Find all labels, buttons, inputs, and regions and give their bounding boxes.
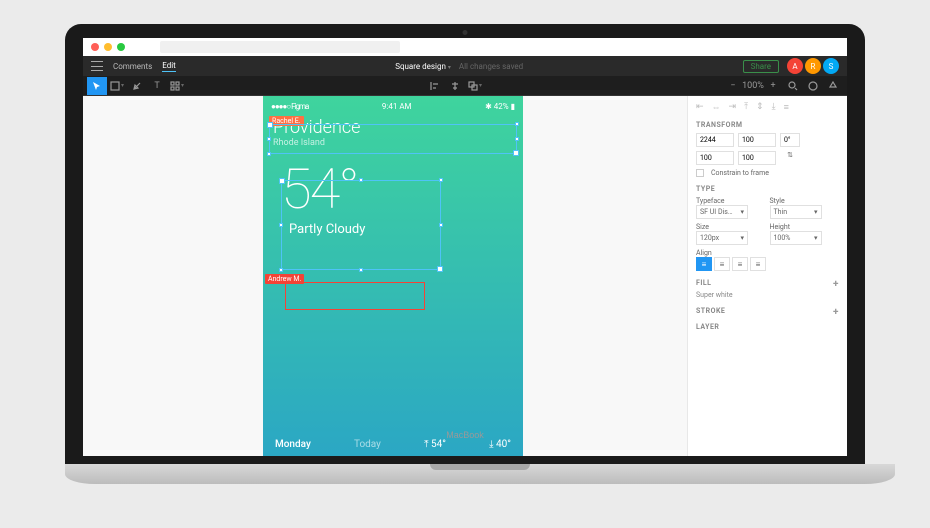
- text-align-justify[interactable]: ≡: [750, 257, 766, 271]
- address-bar[interactable]: [160, 41, 400, 53]
- link-dims-icon[interactable]: ⇅: [780, 151, 800, 165]
- section-fill: FILL+: [696, 279, 839, 287]
- clock: 9:41 AM: [382, 102, 412, 111]
- text-align-left[interactable]: ≡: [696, 257, 712, 271]
- section-stroke: STROKE+: [696, 307, 839, 315]
- text-align-center[interactable]: ≡: [714, 257, 730, 271]
- properties-panel: ⇤ ⇔ ⇥ ⤒ ⇕ ⤓ ≡ TRANSFORM: [687, 96, 847, 456]
- typeface-select[interactable]: SF UI Dis…▾: [696, 205, 748, 219]
- section-transform: TRANSFORM: [696, 121, 839, 129]
- align-vcenter-icon[interactable]: ⇕: [756, 102, 764, 113]
- tab-edit[interactable]: Edit: [162, 61, 176, 72]
- laptop-base: [65, 464, 895, 484]
- style-select[interactable]: Thin▾: [770, 205, 822, 219]
- align-left-icon[interactable]: [425, 77, 445, 95]
- window-chrome: [83, 38, 847, 56]
- share-button[interactable]: Share: [743, 60, 779, 73]
- artboard-weather[interactable]: ●●●●○ Figma 9:41 AM ✱ 42% ▮ Rachel E.: [263, 96, 523, 456]
- avatar[interactable]: R: [805, 58, 821, 74]
- pen-tool[interactable]: [127, 77, 147, 95]
- tab-comments[interactable]: Comments: [113, 62, 152, 71]
- help-icon[interactable]: [803, 77, 823, 95]
- zoom-in-icon[interactable]: +: [763, 77, 783, 95]
- search-icon[interactable]: [783, 77, 803, 95]
- size-select[interactable]: 120px▾: [696, 231, 748, 245]
- laptop-brand: MacBook: [446, 430, 484, 440]
- present-icon[interactable]: [823, 77, 843, 95]
- file-title[interactable]: Square design: [395, 62, 446, 71]
- today-label: Today: [354, 439, 381, 450]
- save-status: All changes saved: [459, 62, 523, 71]
- distribute-icon[interactable]: ≡: [784, 102, 789, 113]
- y-input[interactable]: [738, 133, 776, 147]
- x-input[interactable]: [696, 133, 734, 147]
- w-input[interactable]: [696, 151, 734, 165]
- forecast-row: Monday Today ⤒ 54° ⤓ 40°: [263, 439, 523, 450]
- rotation-input[interactable]: [780, 133, 800, 147]
- carrier: ●●●●○ Figma: [271, 102, 308, 111]
- boolean-tool[interactable]: ▾: [465, 77, 485, 95]
- canvas[interactable]: ●●●●○ Figma 9:41 AM ✱ 42% ▮ Rachel E.: [83, 96, 687, 456]
- add-stroke-button[interactable]: +: [833, 307, 839, 318]
- zoom-value[interactable]: 100%: [743, 77, 763, 95]
- avatar[interactable]: A: [787, 58, 803, 74]
- grid-tool[interactable]: ▾: [167, 77, 187, 95]
- status-bar: ●●●●○ Figma 9:41 AM ✱ 42% ▮: [263, 96, 523, 113]
- section-type: TYPE: [696, 185, 839, 193]
- frame-tool[interactable]: ▾: [107, 77, 127, 95]
- minimize-icon[interactable]: [104, 43, 112, 51]
- temp-hi: ⤒ 54°: [424, 439, 446, 450]
- battery: ✱ 42% ▮: [485, 102, 515, 111]
- align-hcenter-icon[interactable]: ⇔: [712, 102, 721, 113]
- temp-lo: ⤓ 40°: [489, 439, 511, 450]
- align-left-icon[interactable]: ⇤: [696, 102, 704, 113]
- menu-icon[interactable]: [91, 61, 103, 71]
- camera-dot: [463, 30, 468, 35]
- maximize-icon[interactable]: [117, 43, 125, 51]
- text-tool[interactable]: T: [147, 77, 167, 95]
- constrain-checkbox[interactable]: [696, 169, 704, 177]
- align-center-icon[interactable]: [445, 77, 465, 95]
- day-label: Monday: [275, 439, 311, 450]
- move-tool[interactable]: [87, 77, 107, 95]
- align-bottom-icon[interactable]: ⤓: [772, 102, 776, 113]
- toolbar: ▾ T ▾ ▾ − 100% +: [83, 76, 847, 96]
- text-align-right[interactable]: ≡: [732, 257, 748, 271]
- align-right-icon[interactable]: ⇥: [729, 102, 737, 113]
- align-top-icon[interactable]: ⤒: [744, 102, 748, 113]
- section-layer: LAYER: [696, 323, 839, 331]
- constrain-label: Constrain to frame: [711, 169, 769, 177]
- selection-andrew: [285, 282, 425, 310]
- app-header: Comments Edit Square design ▾ All change…: [83, 56, 847, 76]
- state-name[interactable]: Rhode Island: [273, 138, 513, 148]
- fill-value[interactable]: Super white: [696, 291, 839, 299]
- close-icon[interactable]: [91, 43, 99, 51]
- lineheight-select[interactable]: 100%▾: [770, 231, 822, 245]
- avatar[interactable]: S: [823, 58, 839, 74]
- zoom-out-icon[interactable]: −: [723, 77, 743, 95]
- add-fill-button[interactable]: +: [833, 279, 839, 290]
- h-input[interactable]: [738, 151, 776, 165]
